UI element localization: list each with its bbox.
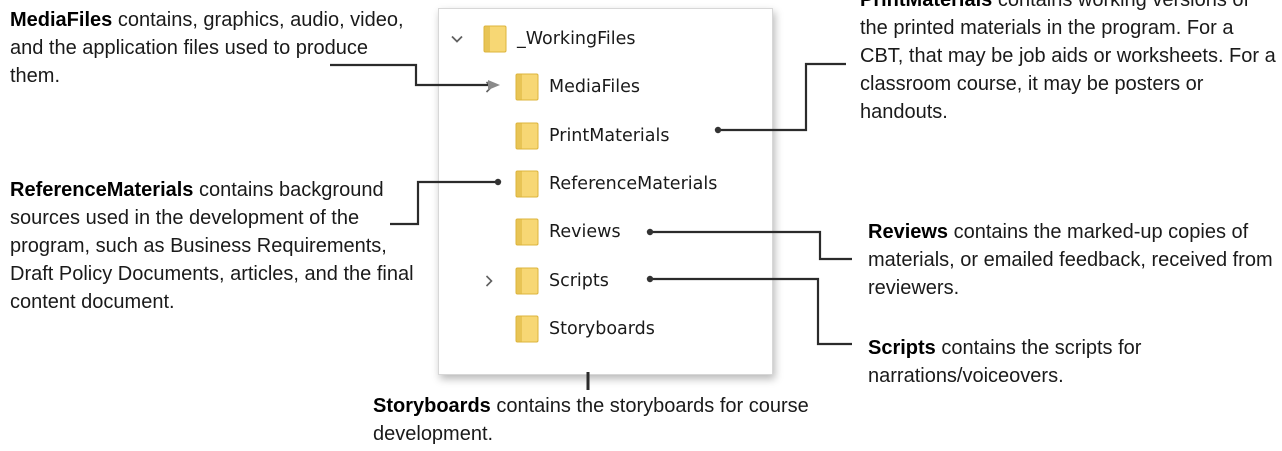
annotation-scripts: Scripts contains the scripts for narrati…: [868, 334, 1278, 390]
annotation-term: ReferenceMaterials: [10, 179, 194, 201]
chevron-right-icon[interactable]: [479, 263, 499, 299]
folder-icon: [515, 170, 549, 198]
tree-item-workingfiles[interactable]: _WorkingFiles: [451, 21, 636, 57]
folder-icon: [515, 73, 549, 101]
folder-tree-panel: _WorkingFiles MediaFiles PrintMaterials Ref…: [438, 8, 773, 375]
tree-item-scripts[interactable]: Scripts: [485, 263, 609, 299]
annotation-storyboards: Storyboards contains the storyboards for…: [373, 392, 843, 448]
tree-item-label: ReferenceMaterials: [549, 173, 718, 194]
folder-icon: [515, 218, 549, 246]
annotation-text: contains working versions of the printed…: [860, 0, 1276, 123]
folder-icon: [483, 25, 517, 53]
folder-icon: [515, 267, 549, 295]
tree-item-label: MediaFiles: [549, 77, 640, 98]
tree-item-mediafiles[interactable]: MediaFiles: [485, 69, 640, 105]
chevron-right-icon[interactable]: [479, 69, 499, 105]
annotation-reviews: Reviews contains the marked-up copies of…: [868, 218, 1278, 302]
tree-item-storyboards[interactable]: Storyboards: [515, 311, 655, 347]
chevron-down-icon[interactable]: [447, 21, 467, 57]
annotation-term: Reviews: [868, 221, 949, 243]
tree-item-label: PrintMaterials: [549, 125, 670, 146]
annotation-referencematerials: ReferenceMaterials contains background s…: [10, 176, 420, 316]
tree-item-reviews[interactable]: Reviews: [515, 214, 621, 250]
tree-item-label: Scripts: [549, 270, 609, 291]
tree-item-label: Reviews: [549, 222, 621, 243]
annotation-term: Scripts: [868, 337, 936, 359]
folder-icon: [515, 122, 549, 150]
tree-item-label: _WorkingFiles: [517, 29, 636, 49]
annotation-term: MediaFiles: [10, 9, 113, 31]
folder-icon: [515, 315, 549, 343]
tree-item-printmaterials[interactable]: PrintMaterials: [515, 118, 669, 154]
annotation-printmaterials: PrintMaterials contains working versions…: [860, 0, 1280, 126]
annotation-term: Storyboards: [373, 395, 491, 417]
annotation-mediafiles: MediaFiles contains, graphics, audio, vi…: [10, 6, 410, 90]
tree-item-referencematerials[interactable]: ReferenceMaterials: [515, 166, 717, 202]
annotation-term: PrintMaterials: [860, 0, 993, 11]
tree-item-label: Storyboards: [549, 318, 655, 339]
